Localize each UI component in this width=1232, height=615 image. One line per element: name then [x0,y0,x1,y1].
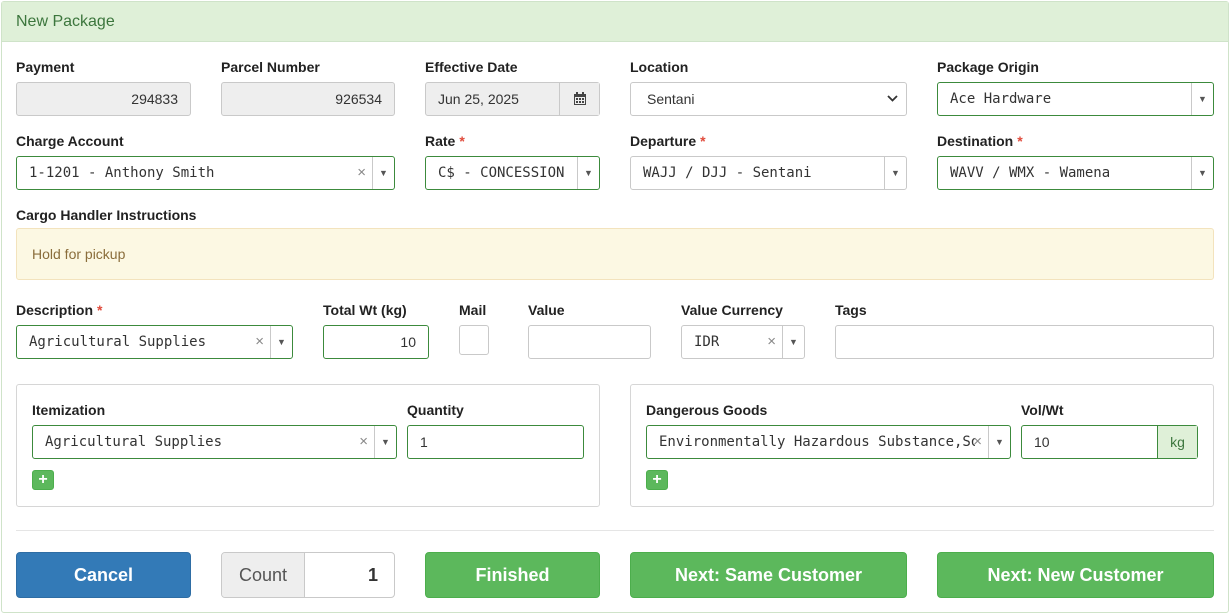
caret-down-icon[interactable]: ▼ [577,157,599,189]
effective-date-label: Effective Date [425,59,518,75]
itemization-select[interactable]: Agricultural Supplies × ▼ [32,425,397,459]
value-label: Value [528,302,565,318]
rate-label: Rate * [425,133,465,149]
package-origin-select[interactable]: Ace Hardware ▼ [937,82,1214,116]
value-currency-select[interactable]: IDR × ▼ [681,325,805,359]
destination-select[interactable]: WAVV / WMX - Wamena ▼ [937,156,1214,190]
parcel-number-value: 926534 [335,91,382,107]
value-input[interactable] [528,325,651,359]
value-currency-label: Value Currency [681,302,783,318]
destination-label: Destination * [937,133,1023,149]
caret-down-icon[interactable]: ▼ [270,326,292,358]
quantity-value: 1 [420,434,428,450]
clear-icon[interactable]: × [357,165,366,181]
caret-down-icon[interactable]: ▼ [884,157,906,189]
panel-title: New Package [2,2,1228,42]
caret-down-icon[interactable]: ▼ [374,426,396,458]
cargo-instructions-note[interactable]: Hold for pickup [16,228,1214,280]
rate-select[interactable]: C$ - CONCESSION ▼ [425,156,600,190]
clear-icon[interactable]: × [973,434,982,450]
effective-date-field[interactable]: Jun 25, 2025 [425,82,600,116]
itemization-value: Agricultural Supplies [45,434,223,450]
location-value: Sentani [647,91,695,107]
cargo-instructions-label: Cargo Handler Instructions [16,207,197,223]
finished-button[interactable]: Finished [425,552,600,598]
clear-icon[interactable]: × [359,434,368,450]
dangerous-goods-label: Dangerous Goods [646,402,768,418]
count-value[interactable]: 1 [368,565,378,586]
count-input-group[interactable]: Count 1 [221,552,395,598]
count-label: Count [222,553,305,597]
charge-account-value: 1-1201 - Anthony Smith [29,165,215,181]
caret-down-icon[interactable]: ▼ [1191,83,1213,115]
departure-value: WAJJ / DJJ - Sentani [643,165,812,181]
tags-input[interactable] [835,325,1214,359]
itemization-label: Itemization [32,402,106,418]
location-label: Location [630,59,689,75]
total-wt-label: Total Wt (kg) [323,302,407,318]
parcel-number-field: 926534 [221,82,395,116]
vol-wt-input[interactable]: 10 kg [1021,425,1198,459]
quantity-label: Quantity [407,402,464,418]
calendar-icon[interactable] [559,83,599,115]
divider [16,530,1214,531]
package-origin-value: Ace Hardware [950,91,1052,107]
payment-value: 294833 [131,91,178,107]
kg-unit: kg [1157,426,1197,458]
quantity-input[interactable]: 1 [407,425,584,459]
total-wt-value: 10 [400,334,416,350]
description-label: Description * [16,302,103,318]
departure-label: Departure * [630,133,706,149]
clear-icon[interactable]: × [255,334,264,350]
value-currency-value: IDR [694,334,720,350]
add-dangerous-goods-button[interactable]: + [646,470,668,490]
package-origin-label: Package Origin [937,59,1039,75]
departure-select[interactable]: WAJJ / DJJ - Sentani ▼ [630,156,907,190]
payment-field: 294833 [16,82,191,116]
vol-wt-value: 10 [1034,434,1050,450]
chevron-down-icon [887,91,898,108]
parcel-number-label: Parcel Number [221,59,320,75]
charge-account-label: Charge Account [16,133,124,149]
mail-label: Mail [459,302,487,318]
caret-down-icon[interactable]: ▼ [988,426,1010,458]
caret-down-icon[interactable]: ▼ [1191,157,1213,189]
next-new-customer-button[interactable]: Next: New Customer [937,552,1214,598]
clear-icon[interactable]: × [767,334,776,350]
add-item-button[interactable]: + [32,470,54,490]
next-same-customer-button[interactable]: Next: Same Customer [630,552,907,598]
description-select[interactable]: Agricultural Supplies × ▼ [16,325,293,359]
total-wt-input[interactable]: 10 [323,325,429,359]
charge-account-select[interactable]: 1-1201 - Anthony Smith × ▼ [16,156,395,190]
dangerous-goods-value: Environmentally Hazardous Substance,Sol… [659,434,975,450]
effective-date-value: Jun 25, 2025 [438,91,519,107]
tags-label: Tags [835,302,867,318]
dangerous-goods-select[interactable]: Environmentally Hazardous Substance,Sol…… [646,425,1011,459]
cancel-button[interactable]: Cancel [16,552,191,598]
description-value: Agricultural Supplies [29,334,207,350]
vol-wt-label: Vol/Wt [1021,402,1064,418]
caret-down-icon[interactable]: ▼ [372,157,394,189]
destination-value: WAVV / WMX - Wamena [950,165,1111,181]
payment-label: Payment [16,59,75,75]
caret-down-icon[interactable]: ▼ [782,326,804,358]
mail-checkbox[interactable] [459,325,489,355]
rate-value: C$ - CONCESSION [438,165,565,181]
location-select[interactable]: Sentani [630,82,907,116]
